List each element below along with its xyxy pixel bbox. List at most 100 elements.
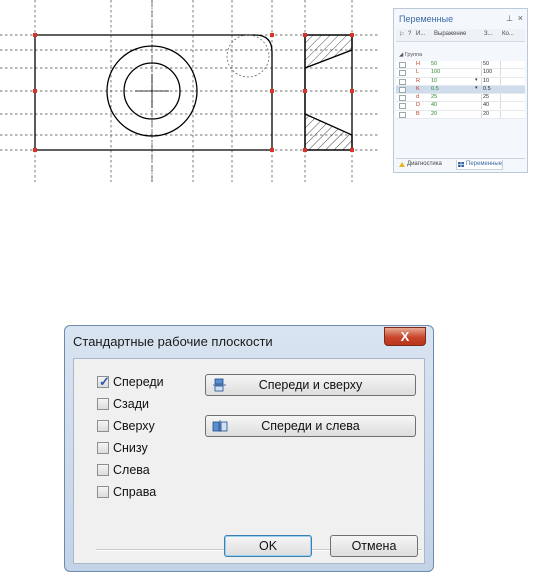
column-divider	[481, 77, 482, 85]
dialog-client-area: ✓ Спереди Сзади Сверху Снизу Слева Справ…	[73, 358, 425, 564]
checkbox-box[interactable]	[97, 420, 109, 432]
column-header-name[interactable]: И...	[416, 31, 425, 37]
panel-close-icon[interactable]: ×	[518, 13, 523, 23]
ok-button[interactable]: OK	[224, 535, 312, 557]
column-header-comment[interactable]: Ко...	[502, 31, 514, 37]
dropdown-arrow-icon[interactable]: ▾	[475, 77, 478, 83]
variable-value: 25	[483, 94, 490, 101]
flag-icon[interactable]	[399, 111, 406, 118]
side-view-section	[304, 34, 353, 151]
variable-value: 40	[483, 102, 490, 109]
variable-name: K	[416, 85, 420, 92]
variable-expression[interactable]: 10	[431, 78, 437, 84]
variable-name: L	[416, 69, 420, 76]
panel-title: Переменные	[399, 14, 454, 24]
checkmark-icon: ✓	[99, 374, 110, 389]
flag-icon[interactable]	[399, 70, 406, 77]
column-header-flag[interactable]: ⚐	[399, 31, 404, 38]
checkbox-box[interactable]	[97, 464, 109, 476]
variable-value: 0.5	[483, 85, 491, 92]
warning-icon	[399, 162, 405, 167]
dashed-construction-circle	[226, 34, 270, 78]
checkbox-label: Справа	[113, 485, 157, 499]
standard-workplanes-dialog: Стандартные рабочие плоскости X ✓ Сперед…	[64, 325, 434, 572]
cancel-label: Отмена	[351, 539, 397, 553]
checkbox-box[interactable]	[97, 442, 109, 454]
close-icon: X	[400, 329, 410, 344]
tab-variables[interactable]: Переменные	[456, 160, 504, 170]
variable-value: 10	[483, 77, 490, 84]
variable-row[interactable]: B 20 20	[396, 110, 525, 120]
column-divider	[500, 94, 501, 102]
checkbox-box[interactable]	[97, 486, 109, 498]
tab-diagnostics-label: Диагностика	[407, 161, 442, 167]
variable-expression[interactable]: 50	[431, 61, 437, 67]
variable-name: d	[416, 94, 420, 101]
front-view	[34, 34, 273, 151]
column-divider	[481, 69, 482, 77]
checkbox-box[interactable]	[97, 398, 109, 410]
variables-rows: H 50 50 L 100 100 R 10 ▾ 10 K 0.5 ▾ 0.5 d 25 25 D 40 40 B 20 2…	[396, 61, 525, 120]
column-divider	[500, 77, 501, 85]
variable-name: B	[416, 110, 420, 117]
group-label: Группа	[404, 52, 423, 58]
column-divider	[500, 110, 501, 118]
column-divider	[500, 69, 501, 77]
column-header-value[interactable]: З...	[484, 31, 493, 37]
panel-tabs: Диагностика Переменные	[396, 158, 525, 170]
tab-diagnostics[interactable]: Диагностика	[398, 160, 442, 169]
variable-expression[interactable]: 0.5	[431, 86, 439, 92]
dialog-title: Стандартные рабочие плоскости	[73, 334, 273, 349]
flag-icon[interactable]	[399, 62, 406, 68]
variable-expression[interactable]: 20	[431, 111, 437, 117]
flag-icon[interactable]	[399, 78, 406, 85]
variable-row[interactable]: H 50 50	[396, 61, 525, 70]
column-header-question[interactable]: ?	[408, 31, 411, 37]
variable-name: H	[416, 61, 420, 67]
table-icon	[458, 162, 464, 167]
front-and-left-label: Спереди и слева	[261, 419, 360, 433]
panel-titlebar: Переменные ⊥ ×	[394, 9, 527, 28]
column-header-expression[interactable]: Выражение	[434, 31, 466, 37]
front-and-left-button[interactable]: Спереди и слева	[205, 415, 416, 437]
checkbox-label: Снизу	[113, 441, 148, 455]
column-divider	[500, 61, 501, 68]
variable-expression[interactable]: 25	[431, 94, 437, 100]
variable-name: D	[416, 102, 420, 109]
flag-icon[interactable]	[399, 95, 406, 102]
variable-expression[interactable]: 40	[431, 102, 437, 108]
variables-panel: Переменные ⊥ × ⚐ ? И... Выражение З... К…	[393, 8, 528, 173]
checkbox-label: Слева	[113, 463, 150, 477]
column-divider	[481, 94, 482, 102]
checkbox-label: Сзади	[113, 397, 149, 411]
variable-expression[interactable]: 100	[431, 69, 440, 75]
front-and-top-label: Спереди и сверху	[258, 378, 363, 392]
dropdown-arrow-icon[interactable]: ▾	[475, 85, 478, 91]
cancel-button[interactable]: Отмена	[330, 535, 418, 557]
variable-row[interactable]: L 100 100	[396, 69, 525, 78]
checkbox-box[interactable]: ✓	[97, 374, 110, 389]
variable-name: R	[416, 77, 420, 84]
variable-row[interactable]: K 0.5 ▾ 0.5	[396, 85, 525, 95]
checkbox-label: Спереди	[113, 375, 164, 389]
checkbox-label: Сверху	[113, 419, 155, 433]
ok-label: OK	[258, 539, 278, 553]
front-and-top-button[interactable]: Спереди и сверху	[205, 374, 416, 396]
cad-drawing[interactable]	[0, 0, 380, 182]
variable-value: 50	[483, 61, 490, 67]
dashed-guides	[0, 0, 380, 182]
column-divider	[500, 102, 501, 110]
dialog-close-button[interactable]: X	[384, 327, 426, 346]
column-divider	[481, 102, 482, 110]
variable-value: 20	[483, 110, 490, 117]
column-divider	[481, 110, 482, 118]
flag-icon[interactable]	[399, 103, 406, 110]
column-divider	[500, 85, 501, 93]
flag-icon[interactable]	[399, 86, 406, 93]
variables-table-header: ⚐ ? И... Выражение З... Ко...	[396, 29, 525, 42]
pin-icon[interactable]: ⊥	[506, 14, 513, 23]
variable-row[interactable]: d 25 25	[396, 94, 525, 103]
variable-row[interactable]: D 40 40	[396, 102, 525, 111]
variable-row[interactable]: R 10 ▾ 10	[396, 77, 525, 86]
variable-group[interactable]: ◢ Группа	[399, 52, 422, 58]
